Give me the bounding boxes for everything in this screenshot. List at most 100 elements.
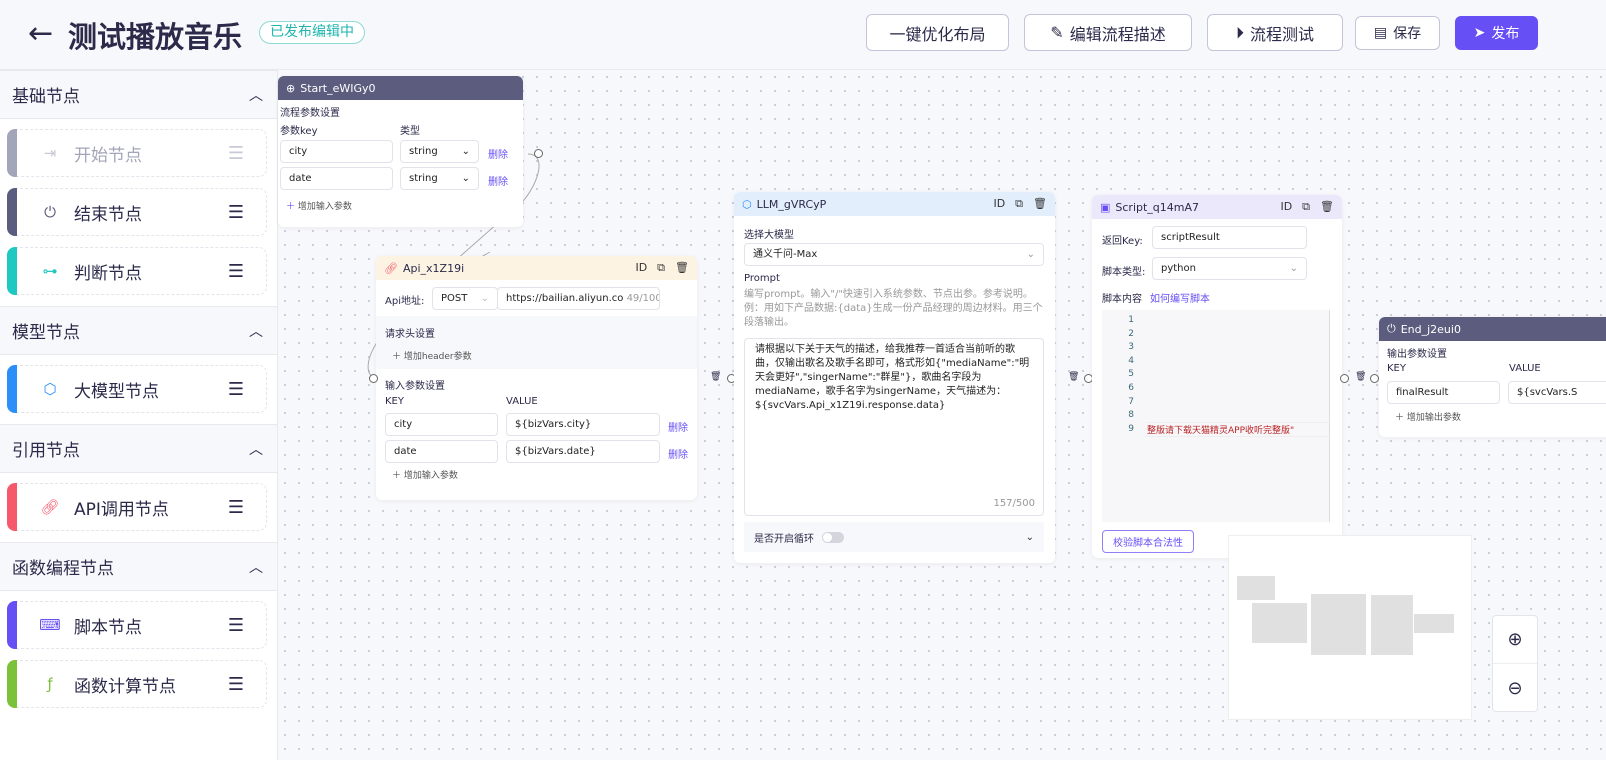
sidebar-section-header[interactable]: 基础节点 ︿ [0,70,277,119]
publish-button[interactable]: ➤ 发布 [1455,16,1538,50]
copy-icon[interactable]: ⧉ [657,261,665,275]
api-input-port[interactable] [369,374,378,383]
sidebar-node-item[interactable]: ⬡ 大模型节点 ☰ [7,365,267,413]
copy-icon[interactable]: ⧉ [1015,197,1023,211]
link-icon: 🔗︎ [40,498,60,516]
section-title: 基础节点 [12,87,80,107]
param-key-input[interactable]: city [280,140,393,163]
script-node-header[interactable]: ▣ Script_q14mA7 ID ⧉ 🗑︎ [1092,195,1342,219]
line-number: 5 [1128,369,1134,380]
test-flow-label: 流程测试 [1250,24,1315,44]
color-bar [7,247,17,295]
method-select[interactable]: POST ⌄ [432,287,498,310]
input-value-field[interactable]: ${bizVars.date} [506,440,660,463]
add-input-param-button[interactable]: ＋ 增加输入参数 [392,468,458,481]
copy-icon[interactable]: ⧉ [1302,200,1310,214]
api-url-label: Api地址: [385,296,425,307]
script-output-port[interactable] [1340,374,1349,383]
chevron-down-icon[interactable]: ⌄ [1026,532,1034,543]
script-node[interactable]: ▣ Script_q14mA7 ID ⧉ 🗑︎ 返回Key: scriptResult … [1092,195,1342,558]
trash-icon[interactable]: 🗑︎ [1068,372,1079,382]
sidebar-section-header[interactable]: 引用节点 ︿ [0,424,277,473]
end-node[interactable]: ⏻ End_j2eui0 输出参数设置 KEY VALUE finalResult… [1379,317,1606,437]
minimap[interactable] [1228,535,1472,720]
return-key-input[interactable]: scriptResult [1152,226,1307,249]
add-header-button[interactable]: ＋ 增加header参数 [392,349,472,362]
param-key-input[interactable]: date [280,167,393,190]
drag-handle-icon[interactable]: ☰ [228,202,244,223]
loop-toggle[interactable] [822,531,844,543]
edit-icon: ✎ [1050,23,1064,42]
output-key-field[interactable]: finalResult [1387,381,1500,404]
script-help-link[interactable]: 如何编写脚本 [1150,290,1210,305]
input-key-field[interactable]: city [385,413,498,436]
sidebar-node-item[interactable]: ƒ 函数计算节点 ☰ [7,660,267,708]
auto-layout-button[interactable]: 一键优化布局 [866,14,1009,51]
minimap-node [1311,594,1366,655]
sidebar-node-item[interactable]: ⊶ 判断节点 ☰ [7,247,267,295]
node-item-label: 大模型节点 [74,381,159,402]
trash-icon[interactable]: 🗑︎ [675,261,689,275]
input-key-field[interactable]: date [385,440,498,463]
chevron-up-icon: ︿ [249,441,263,458]
start-node-header[interactable]: ⊕ Start_eWIGy0 [278,76,523,100]
llm-node-title: LLM_gVRCyP [756,197,827,211]
api-node-header[interactable]: 🔗︎ Api_x1Z19i ID ⧉ 🗑︎ [376,256,697,280]
edit-description-button[interactable]: ✎ 编辑流程描述 [1024,14,1192,51]
end-node-header[interactable]: ⏻ End_j2eui0 [1379,317,1606,341]
validate-script-button[interactable]: 校验脚本合法性 [1102,530,1194,553]
zoom-in-icon[interactable]: ⊕ [1493,616,1537,664]
add-output-param-button[interactable]: ＋ 增加输出参数 [1395,410,1461,423]
script-type-select[interactable]: python ⌄ [1152,257,1307,280]
delete-link[interactable]: 删除 [668,419,688,434]
color-bar [7,483,17,531]
test-flow-button[interactable]: ⏵ 流程测试 [1207,14,1343,51]
delete-link[interactable]: 删除 [488,173,508,188]
end-input-port[interactable] [1370,374,1379,383]
save-button[interactable]: ▤ 保存 [1355,16,1440,50]
sidebar-node-item[interactable]: ⇥ 开始节点 ☰ [7,129,267,177]
delete-link[interactable]: 删除 [488,146,508,161]
sidebar-node-item[interactable]: 🔗︎ API调用节点 ☰ [7,483,267,531]
start-node[interactable]: ⊕ Start_eWIGy0 流程参数设置 参数key 类型 city strin… [278,76,523,227]
drag-handle-icon[interactable]: ☰ [228,615,244,636]
id-button[interactable]: ID [993,197,1005,211]
input-value-field[interactable]: ${bizVars.city} [506,413,660,436]
chevron-up-icon: ︿ [249,323,263,340]
trash-icon[interactable]: 🗑︎ [1320,200,1334,214]
drag-handle-icon[interactable]: ☰ [228,674,244,695]
api-url-input[interactable]: https://bailian.aliyun.co 49/100 [497,287,660,310]
trash-icon[interactable]: 🗑︎ [710,372,721,382]
delete-link[interactable]: 删除 [668,446,688,461]
param-type-select[interactable]: string ⌄ [400,140,479,163]
zoom-out-icon[interactable]: ⊖ [1493,664,1537,712]
prompt-textarea[interactable]: 请根据以下关于天气的描述，给我推荐一首适合当前听的歌曲，仅输出歌名及歌手名即可，… [744,338,1044,516]
sidebar-node-item[interactable]: ⏻ 结束节点 ☰ [7,188,267,236]
sidebar-section-header[interactable]: 模型节点 ︿ [0,306,277,355]
add-input-param-button[interactable]: ＋ 增加输入参数 [286,199,352,212]
drag-handle-icon[interactable]: ☰ [228,261,244,282]
sidebar-section-items: 🔗︎ API调用节点 ☰ [0,473,277,531]
llm-node-header[interactable]: ⬡ LLM_gVRCyP ID ⧉ 🗑︎ [734,192,1055,216]
drag-handle-icon[interactable]: ☰ [228,379,244,400]
add-input-param-label: 增加输入参数 [297,202,352,212]
script-type-label: 脚本类型: [1102,267,1146,278]
trash-icon[interactable]: 🗑︎ [1355,372,1366,382]
code-editor[interactable]: 1 2 3 4 5 6 7 8 9 整版请下载天猫精灵APP收听完整版" [1102,310,1330,522]
id-button[interactable]: ID [1280,200,1292,214]
trash-icon[interactable]: 🗑︎ [1033,197,1047,211]
zoom-controls: ⊕ ⊖ [1492,615,1538,712]
drag-handle-icon[interactable]: ☰ [228,143,244,164]
output-value-field[interactable]: ${svcVars.S [1508,381,1606,404]
arrow-left-icon[interactable]: ← [28,16,53,51]
model-select[interactable]: 通义千问-Max ⌄ [744,243,1044,266]
sidebar-section-header[interactable]: 函数编程节点 ︿ [0,542,277,591]
start-output-port[interactable] [534,149,543,158]
param-type-select[interactable]: string ⌄ [400,167,479,190]
sidebar-node-item[interactable]: ⌨ 脚本节点 ☰ [7,601,267,649]
drag-handle-icon[interactable]: ☰ [228,497,244,518]
llm-node[interactable]: ⬡ LLM_gVRCyP ID ⧉ 🗑︎ 选择大模型 通义千问-Max ⌄ Prompt … [734,192,1055,563]
api-node[interactable]: 🔗︎ Api_x1Z19i ID ⧉ 🗑︎ Api地址: POST ⌄ https://b… [376,256,697,500]
id-button[interactable]: ID [635,261,647,275]
script-type-value: python [1161,263,1196,274]
